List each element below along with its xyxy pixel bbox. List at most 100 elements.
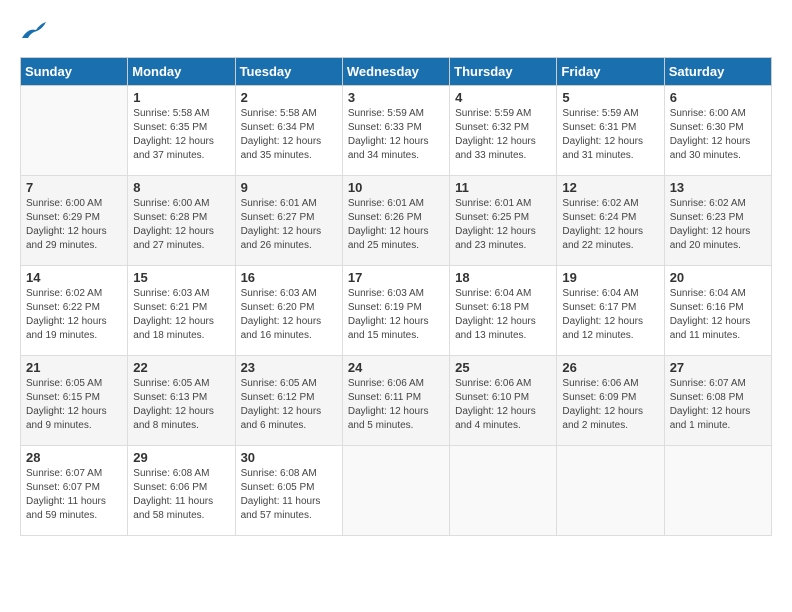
day-cell: 30 Sunrise: 6:08 AMSunset: 6:05 PMDayligh…: [235, 446, 342, 536]
day-number: 28: [26, 450, 122, 465]
day-number: 29: [133, 450, 229, 465]
day-number: 24: [348, 360, 444, 375]
day-number: 27: [670, 360, 766, 375]
day-cell: 5 Sunrise: 5:59 AMSunset: 6:31 PMDaylight…: [557, 86, 664, 176]
day-number: 13: [670, 180, 766, 195]
day-number: 5: [562, 90, 658, 105]
day-cell: [557, 446, 664, 536]
day-number: 25: [455, 360, 551, 375]
day-cell: 14 Sunrise: 6:02 AMSunset: 6:22 PMDayligh…: [21, 266, 128, 356]
day-number: 1: [133, 90, 229, 105]
day-cell: 19Sunrise: 6:04 AMSunset: 6:17 PMDayligh…: [557, 266, 664, 356]
day-info: Sunrise: 6:07 AMSunset: 6:08 PMDaylight:…: [670, 377, 766, 433]
day-info: Sunrise: 5:59 AMSunset: 6:32 PMDaylight:…: [455, 107, 551, 163]
day-info: Sunrise: 6:08 AMSunset: 6:05 PMDaylight:…: [241, 467, 337, 523]
day-info: Sunrise: 6:02 AMSunset: 6:22 PMDaylight:…: [26, 287, 122, 343]
day-number: 7: [26, 180, 122, 195]
day-number: 26: [562, 360, 658, 375]
day-info: Sunrise: 6:00 AMSunset: 6:28 PMDaylight:…: [133, 197, 229, 253]
day-cell: 20 Sunrise: 6:04 AMSunset: 6:16 PMDayligh…: [664, 266, 771, 356]
week-row-1: 1 Sunrise: 5:58 AMSunset: 6:35 PMDaylight…: [21, 86, 772, 176]
day-cell: 29 Sunrise: 6:08 AMSunset: 6:06 PMDayligh…: [128, 446, 235, 536]
calendar-table: SundayMondayTuesdayWednesdayThursdayFrid…: [20, 57, 772, 536]
day-cell: 2 Sunrise: 5:58 AMSunset: 6:34 PMDaylight…: [235, 86, 342, 176]
day-info: Sunrise: 6:03 AMSunset: 6:19 PMDaylight:…: [348, 287, 444, 343]
week-row-5: 28 Sunrise: 6:07 AMSunset: 6:07 PMDayligh…: [21, 446, 772, 536]
day-info: Sunrise: 6:03 AMSunset: 6:20 PMDaylight:…: [241, 287, 337, 343]
day-cell: 8 Sunrise: 6:00 AMSunset: 6:28 PMDaylight…: [128, 176, 235, 266]
day-info: Sunrise: 5:59 AMSunset: 6:33 PMDaylight:…: [348, 107, 444, 163]
day-info: Sunrise: 6:01 AMSunset: 6:26 PMDaylight:…: [348, 197, 444, 253]
weekday-header-friday: Friday: [557, 58, 664, 86]
day-cell: [21, 86, 128, 176]
day-info: Sunrise: 6:03 AMSunset: 6:21 PMDaylight:…: [133, 287, 229, 343]
header: [20, 20, 772, 47]
weekday-header-thursday: Thursday: [450, 58, 557, 86]
day-cell: 23 Sunrise: 6:05 AMSunset: 6:12 PMDayligh…: [235, 356, 342, 446]
day-cell: 1 Sunrise: 5:58 AMSunset: 6:35 PMDaylight…: [128, 86, 235, 176]
day-cell: 6 Sunrise: 6:00 AMSunset: 6:30 PMDaylight…: [664, 86, 771, 176]
day-number: 30: [241, 450, 337, 465]
day-cell: 16 Sunrise: 6:03 AMSunset: 6:20 PMDayligh…: [235, 266, 342, 356]
day-info: Sunrise: 6:05 AMSunset: 6:15 PMDaylight:…: [26, 377, 122, 433]
day-cell: 13 Sunrise: 6:02 AMSunset: 6:23 PMDayligh…: [664, 176, 771, 266]
day-number: 20: [670, 270, 766, 285]
day-info: Sunrise: 6:08 AMSunset: 6:06 PMDaylight:…: [133, 467, 229, 523]
day-info: Sunrise: 6:04 AMSunset: 6:16 PMDaylight:…: [670, 287, 766, 343]
day-info: Sunrise: 6:00 AMSunset: 6:29 PMDaylight:…: [26, 197, 122, 253]
day-number: 23: [241, 360, 337, 375]
weekday-header-tuesday: Tuesday: [235, 58, 342, 86]
day-cell: 7 Sunrise: 6:00 AMSunset: 6:29 PMDaylight…: [21, 176, 128, 266]
day-info: Sunrise: 5:59 AMSunset: 6:31 PMDaylight:…: [562, 107, 658, 163]
day-number: 21: [26, 360, 122, 375]
day-cell: 25 Sunrise: 6:06 AMSunset: 6:10 PMDayligh…: [450, 356, 557, 446]
day-number: 2: [241, 90, 337, 105]
day-info: Sunrise: 6:02 AMSunset: 6:24 PMDaylight:…: [562, 197, 658, 253]
day-cell: 15 Sunrise: 6:03 AMSunset: 6:21 PMDayligh…: [128, 266, 235, 356]
day-cell: 17 Sunrise: 6:03 AMSunset: 6:19 PMDayligh…: [342, 266, 449, 356]
weekday-header-saturday: Saturday: [664, 58, 771, 86]
logo: [20, 20, 48, 47]
day-number: 15: [133, 270, 229, 285]
day-number: 17: [348, 270, 444, 285]
day-cell: 24 Sunrise: 6:06 AMSunset: 6:11 PMDayligh…: [342, 356, 449, 446]
day-info: Sunrise: 6:07 AMSunset: 6:07 PMDaylight:…: [26, 467, 122, 523]
day-number: 18: [455, 270, 551, 285]
day-cell: 3 Sunrise: 5:59 AMSunset: 6:33 PMDaylight…: [342, 86, 449, 176]
day-number: 10: [348, 180, 444, 195]
day-info: Sunrise: 6:00 AMSunset: 6:30 PMDaylight:…: [670, 107, 766, 163]
day-number: 4: [455, 90, 551, 105]
weekday-header-monday: Monday: [128, 58, 235, 86]
day-cell: 9Sunrise: 6:01 AMSunset: 6:27 PMDaylight…: [235, 176, 342, 266]
day-info: Sunrise: 5:58 AMSunset: 6:35 PMDaylight:…: [133, 107, 229, 163]
day-number: 8: [133, 180, 229, 195]
day-info: Sunrise: 6:05 AMSunset: 6:13 PMDaylight:…: [133, 377, 229, 433]
week-row-4: 21 Sunrise: 6:05 AMSunset: 6:15 PMDayligh…: [21, 356, 772, 446]
day-number: 6: [670, 90, 766, 105]
day-number: 11: [455, 180, 551, 195]
day-info: Sunrise: 6:05 AMSunset: 6:12 PMDaylight:…: [241, 377, 337, 433]
day-info: Sunrise: 6:02 AMSunset: 6:23 PMDaylight:…: [670, 197, 766, 253]
day-cell: 28 Sunrise: 6:07 AMSunset: 6:07 PMDayligh…: [21, 446, 128, 536]
week-row-3: 14 Sunrise: 6:02 AMSunset: 6:22 PMDayligh…: [21, 266, 772, 356]
day-cell: [664, 446, 771, 536]
day-info: Sunrise: 6:06 AMSunset: 6:10 PMDaylight:…: [455, 377, 551, 433]
weekday-header-row: SundayMondayTuesdayWednesdayThursdayFrid…: [21, 58, 772, 86]
week-row-2: 7 Sunrise: 6:00 AMSunset: 6:29 PMDaylight…: [21, 176, 772, 266]
day-info: Sunrise: 5:58 AMSunset: 6:34 PMDaylight:…: [241, 107, 337, 163]
day-number: 14: [26, 270, 122, 285]
day-number: 3: [348, 90, 444, 105]
day-info: Sunrise: 6:06 AMSunset: 6:11 PMDaylight:…: [348, 377, 444, 433]
day-cell: 18 Sunrise: 6:04 AMSunset: 6:18 PMDayligh…: [450, 266, 557, 356]
day-info: Sunrise: 6:04 AMSunset: 6:17 PMDaylight:…: [562, 287, 658, 343]
day-cell: 12Sunrise: 6:02 AMSunset: 6:24 PMDayligh…: [557, 176, 664, 266]
day-number: 16: [241, 270, 337, 285]
day-info: Sunrise: 6:04 AMSunset: 6:18 PMDaylight:…: [455, 287, 551, 343]
day-cell: 11Sunrise: 6:01 AMSunset: 6:25 PMDayligh…: [450, 176, 557, 266]
day-cell: 10 Sunrise: 6:01 AMSunset: 6:26 PMDayligh…: [342, 176, 449, 266]
day-info: Sunrise: 6:01 AMSunset: 6:27 PMDaylight:…: [241, 197, 337, 253]
day-cell: 27 Sunrise: 6:07 AMSunset: 6:08 PMDayligh…: [664, 356, 771, 446]
logo-text: [20, 20, 48, 47]
day-cell: [450, 446, 557, 536]
day-cell: [342, 446, 449, 536]
